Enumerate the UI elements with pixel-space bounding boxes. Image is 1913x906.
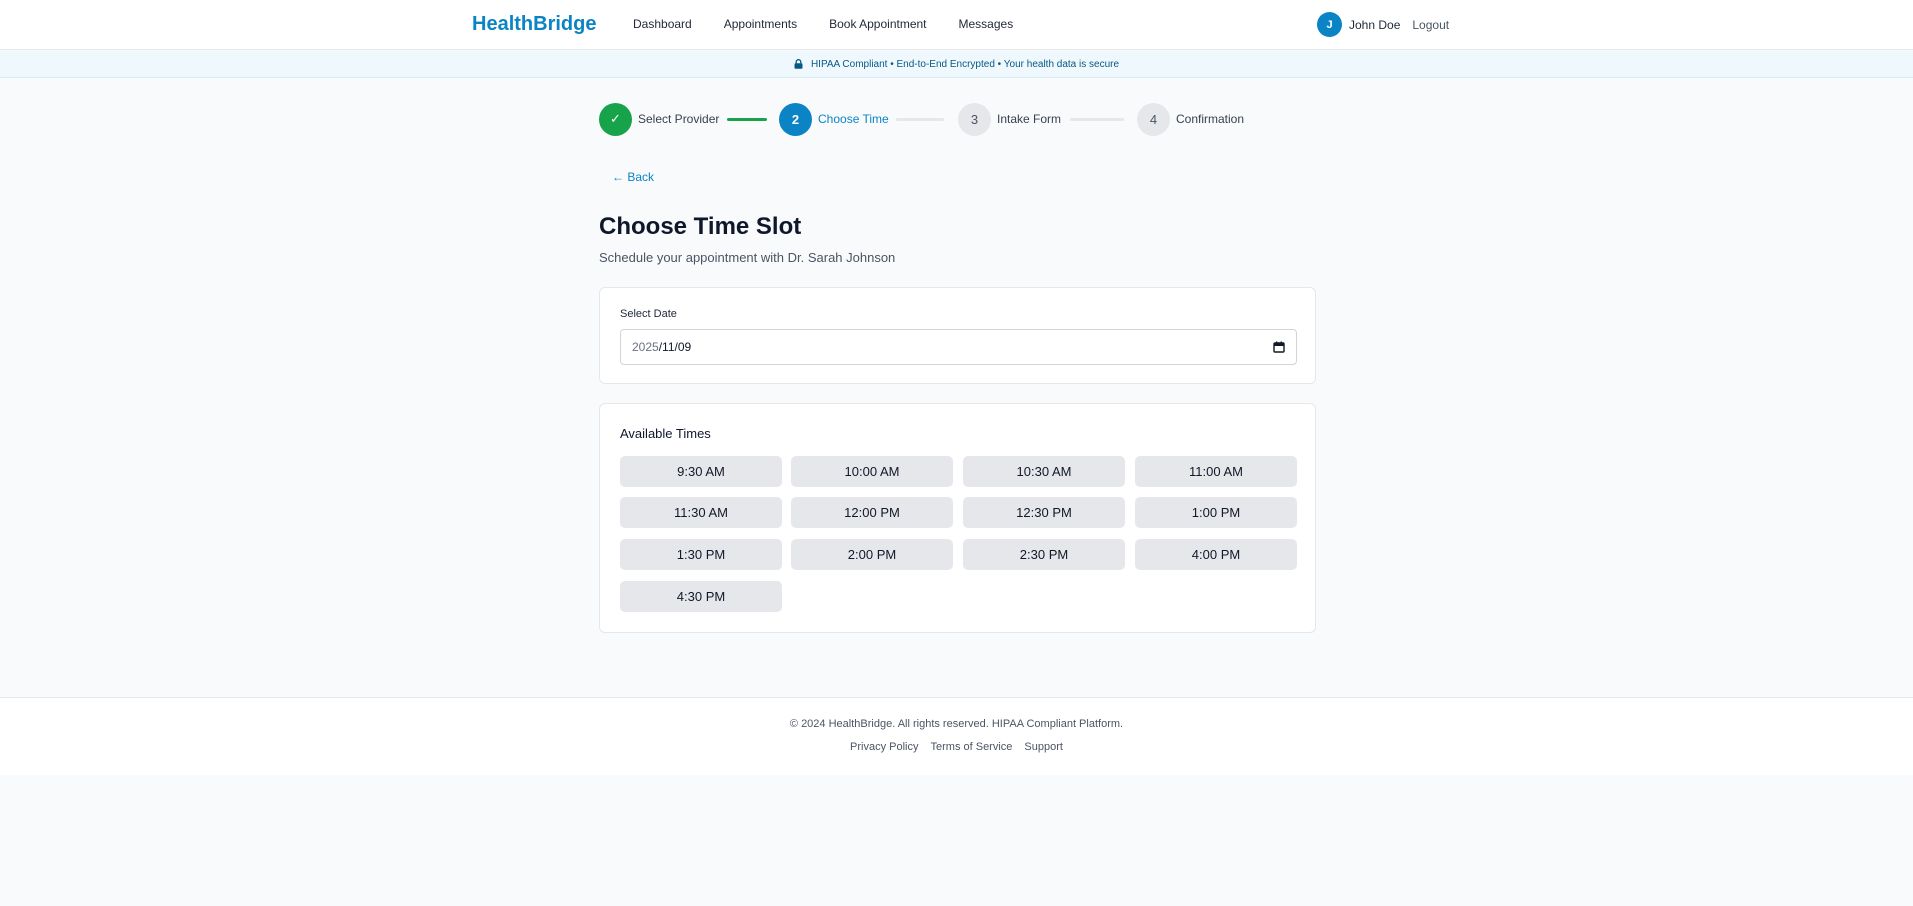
time-slot-button[interactable]: 9:30 AM bbox=[620, 456, 782, 487]
back-link[interactable]: ← Back bbox=[612, 170, 654, 184]
time-slot-button[interactable]: 10:00 AM bbox=[791, 456, 953, 487]
time-slot-button[interactable]: 1:00 PM bbox=[1135, 497, 1297, 528]
step-confirmation: 4 Confirmation bbox=[1137, 102, 1244, 136]
time-slot-button[interactable]: 10:30 AM bbox=[963, 456, 1125, 487]
avatar[interactable]: J bbox=[1317, 12, 1342, 37]
lock-icon bbox=[794, 59, 803, 69]
calendar-icon[interactable] bbox=[1273, 341, 1285, 353]
date-year: 2025 bbox=[632, 340, 659, 354]
page-subtitle: Schedule your appointment with Dr. Sarah… bbox=[599, 250, 896, 265]
footer-links: Privacy Policy Terms of Service Support bbox=[0, 741, 1913, 753]
user-menu: J John Doe Logout bbox=[1317, 12, 1449, 37]
time-slot-button[interactable]: 4:30 PM bbox=[620, 581, 782, 612]
logout-button[interactable]: Logout bbox=[1412, 18, 1449, 32]
security-banner: HIPAA Compliant • End-to-End Encrypted •… bbox=[0, 51, 1913, 78]
page-title: Choose Time Slot bbox=[599, 213, 802, 240]
nav-book-appointment[interactable]: Book Appointment bbox=[829, 17, 926, 31]
footer-link-terms-of-service[interactable]: Terms of Service bbox=[931, 741, 1013, 753]
time-slot-button[interactable]: 4:00 PM bbox=[1135, 539, 1297, 570]
top-navigation-bar: HealthBridge Dashboard Appointments Book… bbox=[0, 0, 1913, 50]
time-slot-button[interactable]: 1:30 PM bbox=[620, 539, 782, 570]
step-label: Select Provider bbox=[638, 112, 720, 126]
step-select-provider: ✓ Select Provider bbox=[599, 102, 719, 136]
time-slot-button[interactable]: 12:30 PM bbox=[963, 497, 1125, 528]
user-name: John Doe bbox=[1349, 17, 1401, 32]
time-slot-button[interactable]: 2:00 PM bbox=[791, 539, 953, 570]
time-slot-button[interactable]: 12:00 PM bbox=[791, 497, 953, 528]
available-times-heading: Available Times bbox=[620, 426, 711, 441]
nav-appointments[interactable]: Appointments bbox=[724, 17, 797, 31]
page-footer: © 2024 HealthBridge. All rights reserved… bbox=[0, 697, 1913, 775]
footer-link-support[interactable]: Support bbox=[1024, 741, 1063, 753]
step-number: 3 bbox=[958, 102, 991, 136]
time-slot-button[interactable]: 11:30 AM bbox=[620, 497, 782, 528]
step-check-icon: ✓ bbox=[599, 102, 632, 136]
time-slot-button[interactable]: 11:00 AM bbox=[1135, 456, 1297, 487]
security-banner-text: HIPAA Compliant • End-to-End Encrypted •… bbox=[810, 58, 1120, 70]
step-intake-form: 3 Intake Form bbox=[958, 102, 1061, 136]
booking-progress-stepper: ✓ Select Provider 2 Choose Time 3 Intake… bbox=[599, 102, 1259, 136]
date-field-label: Select Date bbox=[620, 308, 677, 320]
copyright-text: © 2024 HealthBridge. All rights reserved… bbox=[789, 718, 1124, 730]
footer-link-privacy-policy[interactable]: Privacy Policy bbox=[850, 741, 918, 753]
step-label: Intake Form bbox=[997, 112, 1062, 126]
time-slot-button[interactable]: 2:30 PM bbox=[963, 539, 1125, 570]
step-choose-time: 2 Choose Time bbox=[779, 102, 889, 136]
step-label: Choose Time bbox=[818, 112, 889, 126]
nav-messages[interactable]: Messages bbox=[959, 17, 1014, 31]
date-selection-card: Select Date 2025/11/09 bbox=[599, 287, 1316, 384]
main-nav: Dashboard Appointments Book Appointment … bbox=[633, 17, 1045, 31]
available-times-card: Available Times 9:30 AM 10:00 AM 10:30 A… bbox=[599, 403, 1316, 633]
step-label: Confirmation bbox=[1176, 112, 1245, 126]
brand-logo[interactable]: HealthBridge bbox=[472, 13, 596, 36]
date-input[interactable]: 2025/11/09 bbox=[620, 329, 1297, 365]
date-month-day: /11/09 bbox=[658, 340, 692, 354]
step-connector bbox=[1070, 118, 1124, 121]
step-number: 4 bbox=[1137, 102, 1170, 136]
step-number: 2 bbox=[779, 102, 812, 136]
step-connector bbox=[896, 118, 944, 121]
step-connector bbox=[727, 118, 767, 121]
nav-dashboard[interactable]: Dashboard bbox=[633, 17, 692, 31]
